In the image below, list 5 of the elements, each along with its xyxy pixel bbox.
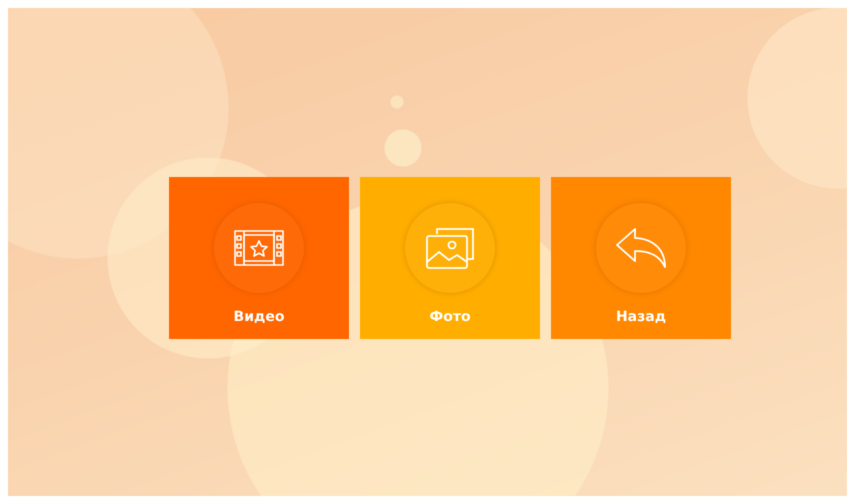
back-arrow-icon	[615, 227, 667, 269]
photos-icon	[425, 226, 475, 270]
menu-tile-button[interactable]: Фото	[360, 177, 540, 339]
menu-tile-button[interactable]: Видео	[169, 177, 349, 339]
menu-tile-button[interactable]: Назад	[551, 177, 731, 339]
